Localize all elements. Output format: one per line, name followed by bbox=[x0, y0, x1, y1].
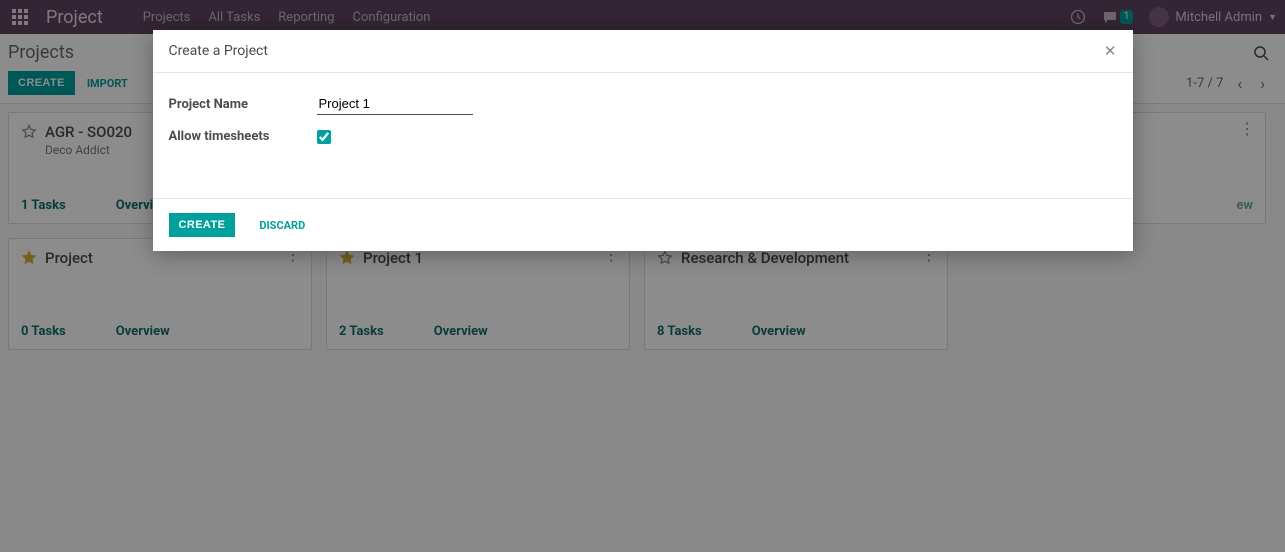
modal-discard-button[interactable]: DISCARD bbox=[259, 219, 305, 232]
modal-title: Create a Project bbox=[169, 43, 268, 59]
project-name-input[interactable] bbox=[317, 93, 473, 115]
modal-create-button[interactable]: CREATE bbox=[169, 213, 236, 237]
project-name-label: Project Name bbox=[169, 97, 317, 112]
create-project-modal: Create a Project ✕ Project Name Allow ti… bbox=[153, 30, 1133, 251]
allow-timesheets-checkbox[interactable] bbox=[317, 130, 331, 144]
close-icon[interactable]: ✕ bbox=[1104, 42, 1117, 60]
allow-timesheets-label: Allow timesheets bbox=[169, 129, 317, 144]
